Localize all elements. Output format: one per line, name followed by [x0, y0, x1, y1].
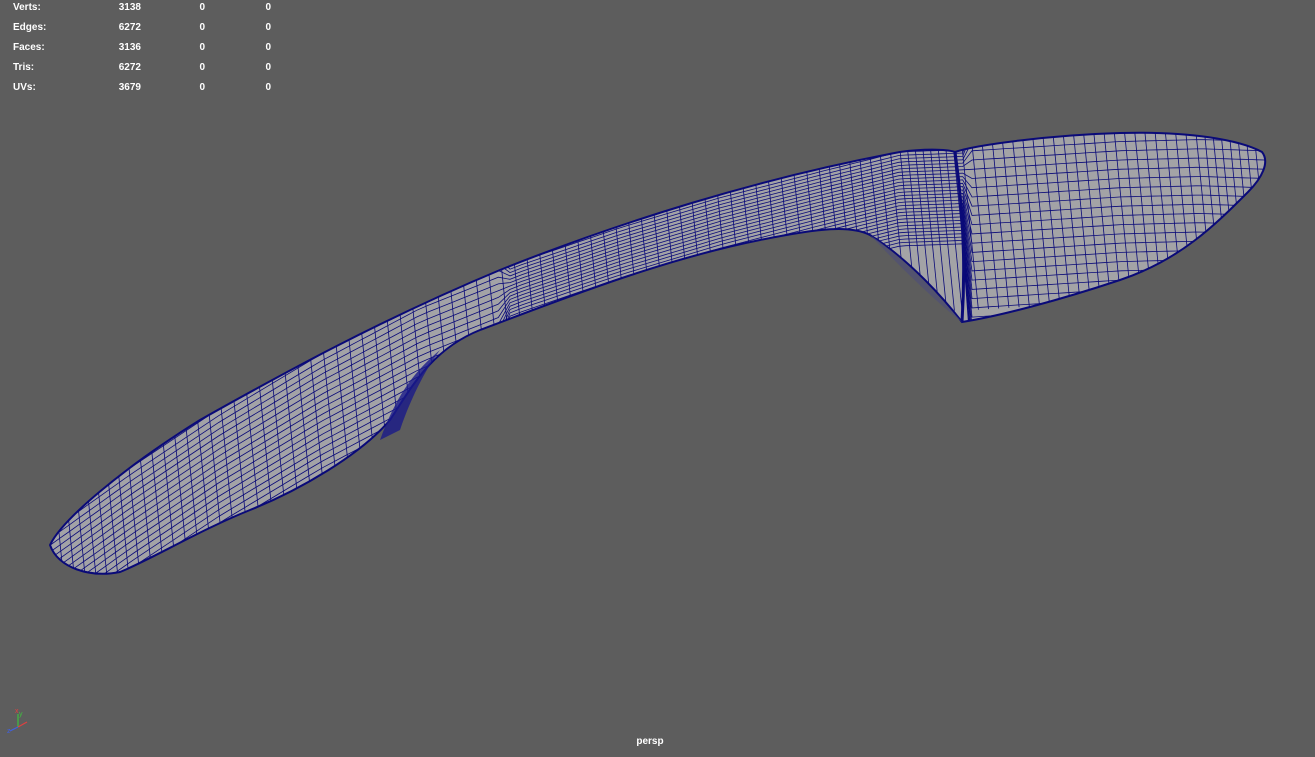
- mesh-wireframe: [50, 132, 1266, 574]
- hud-component-value: 0: [265, 22, 271, 33]
- hud-label: Edges:: [13, 22, 47, 33]
- hud-row: Verts: 3138 0 0: [13, 1, 273, 21]
- mesh-scene: [48, 131, 1267, 575]
- hud-component-value: 0: [265, 42, 271, 53]
- hud-label: UVs:: [13, 82, 36, 93]
- hud-row: Edges: 6272 0 0: [13, 21, 273, 41]
- hud-selected-value: 0: [199, 2, 205, 13]
- 3d-viewport[interactable]: [0, 0, 1315, 752]
- axis-x-label: x: [15, 708, 19, 715]
- hud-component-value: 0: [265, 62, 271, 73]
- hud-component-value: 0: [265, 2, 271, 13]
- poly-count-hud: Verts: 3138 0 0 Edges: 6272 0 0 Faces: 3136 0 0 Tris…: [13, 1, 273, 101]
- hud-total-value: 6272: [118, 62, 141, 73]
- hud-total-value: 6272: [118, 22, 141, 33]
- hud-selected-value: 0: [199, 62, 205, 73]
- hud-selected-value: 0: [199, 22, 205, 33]
- mesh-body[interactable]: [50, 132, 1266, 574]
- hud-component-value: 0: [265, 82, 271, 93]
- camera-name-label: persp: [636, 736, 664, 747]
- hud-row: UVs: 3679 0 0: [13, 81, 273, 101]
- hud-selected-value: 0: [199, 42, 205, 53]
- hud-label: Verts:: [13, 2, 41, 13]
- hud-total-value: 3138: [118, 2, 141, 13]
- hud-total-value: 3679: [118, 82, 141, 93]
- axis-gizmo-icon: y x z: [7, 708, 28, 734]
- hud-label: Faces:: [13, 42, 45, 53]
- hud-selected-value: 0: [199, 82, 205, 93]
- hud-row: Tris: 6272 0 0: [13, 61, 273, 81]
- hud-row: Faces: 3136 0 0: [13, 41, 273, 61]
- axis-z-label: z: [7, 728, 11, 734]
- axis-y-label: y: [19, 711, 23, 718]
- hud-label: Tris:: [13, 62, 35, 73]
- hud-total-value: 3136: [118, 42, 141, 53]
